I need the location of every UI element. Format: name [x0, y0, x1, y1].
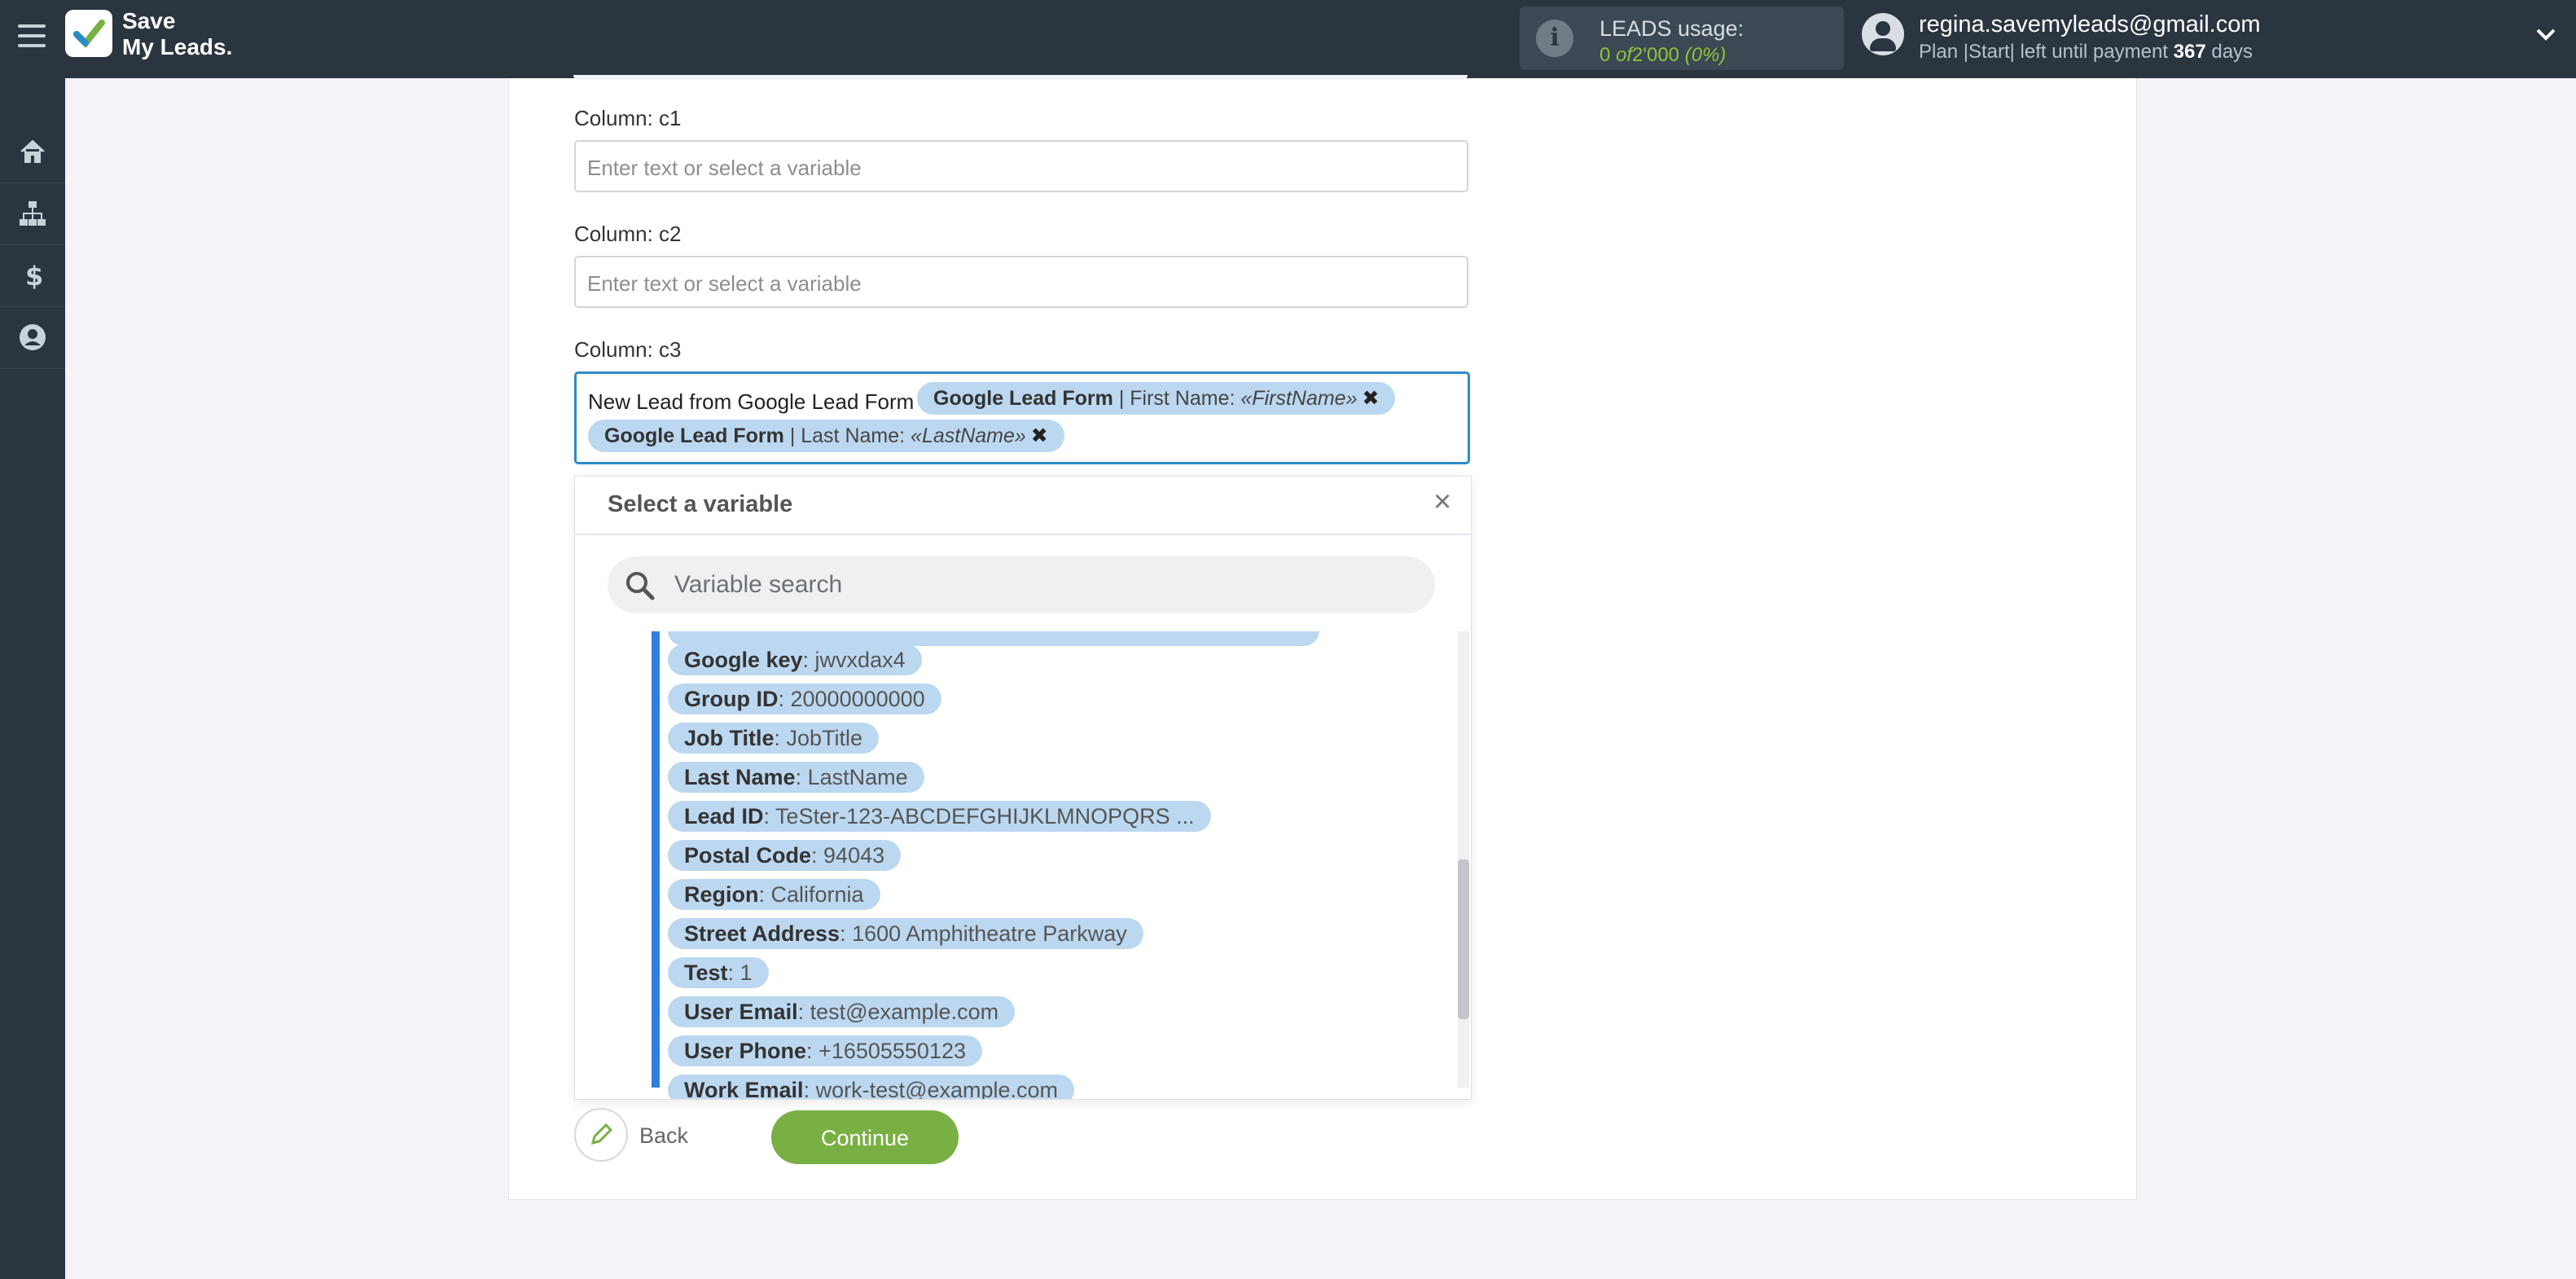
- column-c1-label: Column: c1: [574, 106, 682, 130]
- variable-value: : 1: [727, 960, 753, 985]
- plan-days: 367: [2173, 41, 2206, 63]
- column-c1-placeholder: Enter text or select a variable: [587, 156, 862, 180]
- back-button[interactable]: [574, 1108, 628, 1162]
- variable-search-input[interactable]: [673, 566, 1409, 604]
- column-c2-placeholder: Enter text or select a variable: [587, 271, 862, 296]
- plan-text: Plan |Start| left until payment: [1919, 41, 2168, 63]
- user-avatar-icon[interactable]: [1862, 13, 1904, 55]
- variable-key: Test: [684, 960, 728, 985]
- column-c1-input[interactable]: Enter text or select a variable: [574, 140, 1468, 192]
- variable-item-street-address[interactable]: Street Address: 1600 Amphitheatre Parkwa…: [668, 918, 1143, 949]
- tag-value: «LastName»: [911, 424, 1026, 447]
- continue-button[interactable]: Continue: [771, 1110, 959, 1164]
- variable-key: Job Title: [684, 726, 775, 750]
- variable-item-region[interactable]: Region: California: [668, 879, 880, 910]
- variable-item-test[interactable]: Test: 1: [668, 957, 769, 988]
- variable-value: : 20000000000: [778, 687, 925, 711]
- variable-tag-first-name[interactable]: Google Lead Form | First Name: «FirstNam…: [917, 382, 1396, 415]
- tag-field: | First Name:: [1118, 387, 1235, 410]
- search-icon: [626, 572, 655, 600]
- usage-count: 0: [1600, 44, 1611, 66]
- variable-value: : LastName: [795, 765, 908, 789]
- variable-list: Google key: jwvxdax4 Group ID: 200000000…: [575, 631, 1471, 1099]
- scrollbar-thumb[interactable]: [1458, 859, 1469, 1019]
- variable-key: Group ID: [684, 687, 779, 711]
- usage-value: 0 of2'000 (0%): [1600, 44, 1726, 67]
- logo-text[interactable]: Save My Leads.: [122, 8, 232, 60]
- variable-key: Lead ID: [684, 804, 764, 828]
- variable-item-lead-id[interactable]: Lead ID: TeSter-123-ABCDEFGHIJKLMNOPQRS …: [668, 801, 1211, 832]
- remove-tag-icon[interactable]: ✖: [1031, 424, 1048, 447]
- usage-percent: (0%): [1684, 44, 1727, 66]
- variable-tag-last-name[interactable]: Google Lead Form | Last Name: «LastName»…: [588, 420, 1064, 452]
- plan-info: Plan |Start| left until payment 367 days: [1919, 41, 2253, 64]
- variable-search-box[interactable]: [608, 556, 1435, 613]
- variable-item-google-key[interactable]: Google key: jwvxdax4: [668, 644, 922, 675]
- variable-value: : work-test@example.com: [803, 1078, 1059, 1099]
- variable-item-group-id[interactable]: Group ID: 20000000000: [668, 683, 941, 714]
- logo-icon[interactable]: [65, 10, 112, 57]
- pencil-icon: [590, 1123, 613, 1145]
- svg-text:$: $: [25, 261, 43, 290]
- menu-icon[interactable]: [18, 24, 46, 52]
- account-icon[interactable]: [0, 306, 65, 369]
- column-c2-label: Column: c2: [574, 222, 682, 246]
- plan-days-unit: days: [2211, 41, 2253, 63]
- info-icon: i: [1536, 20, 1573, 57]
- variable-key: Region: [684, 882, 759, 907]
- group-indicator: [652, 631, 660, 1088]
- dollar-icon[interactable]: $: [0, 244, 65, 307]
- variable-item-user-email[interactable]: User Email: test@example.com: [668, 996, 1016, 1027]
- variable-key: Work Email: [684, 1078, 804, 1099]
- variable-value: : +16505550123: [806, 1039, 966, 1063]
- variable-value: : TeSter-123-ABCDEFGHIJKLMNOPQRS ...: [763, 804, 1195, 828]
- variable-key: User Phone: [684, 1039, 807, 1063]
- variable-item-job-title[interactable]: Job Title: JobTitle: [668, 723, 880, 754]
- variable-value: : jwvxdax4: [802, 648, 906, 672]
- variable-item-user-phone[interactable]: User Phone: +16505550123: [668, 1035, 982, 1066]
- variable-value: : 1600 Amphitheatre Parkway: [840, 921, 1127, 946]
- variable-key: Postal Code: [684, 843, 812, 868]
- usage-total: 2'000: [1632, 44, 1680, 66]
- dropdown-title: Select a variable: [608, 491, 793, 517]
- logo-line1: Save: [122, 8, 176, 33]
- column-c3-label: Column: c3: [574, 337, 682, 362]
- user-email[interactable]: regina.savemyleads@gmail.com: [1919, 11, 2261, 38]
- variable-value: : test@example.com: [797, 1000, 999, 1024]
- variable-item-work-email[interactable]: Work Email: work-test@example.com: [668, 1075, 1075, 1099]
- logo-line2: My Leads.: [122, 34, 233, 59]
- sitemap-icon[interactable]: [0, 182, 65, 245]
- variable-value: : California: [758, 882, 864, 907]
- variable-item-postal-code[interactable]: Postal Code: 94043: [668, 840, 902, 871]
- column-c3-static-text: New Lead from Google Lead Form: [588, 389, 915, 414]
- tag-source: Google Lead Form: [604, 424, 784, 447]
- usage-title: LEADS usage:: [1600, 16, 1744, 41]
- dropdown-header: Select a variable ×: [575, 477, 1471, 535]
- tag-value: «FirstName»: [1240, 387, 1358, 410]
- usage-of: of: [1616, 44, 1633, 66]
- variable-key: Google key: [684, 648, 803, 672]
- leads-usage-panel: i LEADS usage: 0 of2'000 (0%): [1520, 7, 1844, 70]
- variable-key: Street Address: [684, 921, 840, 946]
- variable-value: : JobTitle: [774, 726, 863, 750]
- column-c2-input[interactable]: Enter text or select a variable: [574, 256, 1468, 308]
- variable-value: : 94043: [811, 843, 885, 868]
- close-icon[interactable]: ×: [1433, 485, 1451, 520]
- back-label[interactable]: Back: [639, 1123, 688, 1149]
- previous-field-edge: [573, 75, 1468, 80]
- sidebar: $: [0, 78, 65, 1279]
- select-variable-dropdown: Select a variable × Google key: jwvxdax4…: [574, 476, 1472, 1100]
- column-c3-input[interactable]: New Lead from Google Lead Form Google Le…: [574, 371, 1470, 464]
- tag-source: Google Lead Form: [933, 387, 1113, 410]
- variable-key: Last Name: [684, 765, 796, 789]
- remove-tag-icon[interactable]: ✖: [1362, 387, 1379, 410]
- variable-key: User Email: [684, 1000, 798, 1024]
- top-bar: Save My Leads. i LEADS usage: 0 of2'000 …: [0, 0, 2576, 78]
- home-icon[interactable]: [0, 121, 65, 183]
- chevron-down-icon[interactable]: [2534, 23, 2557, 52]
- tag-field: | Last Name:: [789, 424, 906, 447]
- variable-item-last-name[interactable]: Last Name: LastName: [668, 762, 924, 793]
